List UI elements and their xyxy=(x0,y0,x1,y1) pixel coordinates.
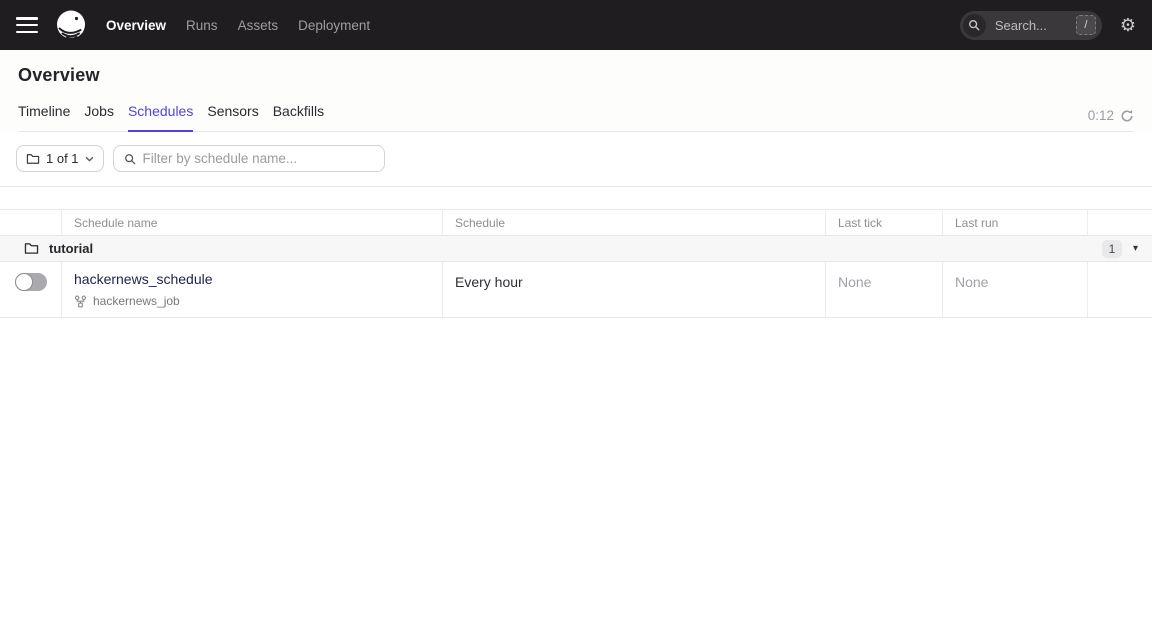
global-search-input[interactable]: Search... / xyxy=(960,11,1102,40)
schedule-name-link[interactable]: hackernews_schedule xyxy=(74,271,213,287)
actions-cell xyxy=(1088,262,1152,317)
folder-icon xyxy=(26,153,40,165)
nav-deployment[interactable]: Deployment xyxy=(298,18,370,33)
schedule-row: hackernews_schedule hackernews_job Every… xyxy=(0,262,1152,318)
filter-bar: 1 of 1 xyxy=(0,132,1152,187)
search-placeholder: Search... xyxy=(995,18,1076,33)
refresh-icon[interactable] xyxy=(1120,109,1134,123)
chevron-down-icon xyxy=(85,156,94,162)
tab-sensors[interactable]: Sensors xyxy=(207,103,258,131)
code-location-selector[interactable]: 1 of 1 xyxy=(16,145,104,172)
col-schedule-name: Schedule name xyxy=(62,210,443,235)
group-name: tutorial xyxy=(49,241,93,256)
schedule-filter-field xyxy=(113,145,385,172)
col-last-run: Last run xyxy=(943,210,1088,235)
col-schedule: Schedule xyxy=(443,210,826,235)
primary-nav: Overview Runs Assets Deployment xyxy=(106,18,370,33)
col-toggle xyxy=(0,210,62,235)
table-header-row: Schedule name Schedule Last tick Last ru… xyxy=(0,209,1152,236)
nav-assets[interactable]: Assets xyxy=(238,18,279,33)
tab-jobs[interactable]: Jobs xyxy=(84,103,114,131)
group-row-tutorial[interactable]: tutorial 1 ▾ xyxy=(0,236,1152,262)
overview-tabs: Timeline Jobs Schedules Sensors Backfill… xyxy=(18,103,1134,132)
menu-button[interactable] xyxy=(16,17,38,33)
schedule-toggle[interactable] xyxy=(15,273,47,291)
page-header: Overview Timeline Jobs Schedules Sensors… xyxy=(0,50,1152,132)
job-icon xyxy=(74,295,87,308)
col-actions xyxy=(1088,210,1152,235)
nav-overview[interactable]: Overview xyxy=(106,18,166,33)
search-icon xyxy=(963,14,986,37)
schedules-table: Schedule name Schedule Last tick Last ru… xyxy=(0,209,1152,318)
tab-backfills[interactable]: Backfills xyxy=(273,103,324,131)
last-run-cell: None xyxy=(943,262,1088,317)
schedule-cron-cell: Every hour xyxy=(443,262,826,317)
page-title: Overview xyxy=(18,65,1134,86)
dagster-logo[interactable] xyxy=(54,8,88,42)
collapse-caret-icon[interactable]: ▾ xyxy=(1133,243,1138,254)
job-name-link[interactable]: hackernews_job xyxy=(93,294,180,308)
nav-runs[interactable]: Runs xyxy=(186,18,218,33)
search-icon xyxy=(124,153,136,165)
tab-timeline[interactable]: Timeline xyxy=(18,103,70,131)
schedule-filter-input[interactable] xyxy=(143,151,374,166)
top-nav: Overview Runs Assets Deployment Search..… xyxy=(0,0,1152,50)
group-count-badge: 1 xyxy=(1102,240,1122,258)
gear-icon[interactable]: ⚙ xyxy=(1120,16,1136,34)
tab-schedules[interactable]: Schedules xyxy=(128,103,193,131)
last-tick-cell: None xyxy=(826,262,943,317)
folder-icon xyxy=(24,242,39,255)
refresh-countdown: 0:12 xyxy=(1088,108,1114,123)
col-last-tick: Last tick xyxy=(826,210,943,235)
slash-shortcut-badge: / xyxy=(1076,15,1096,35)
